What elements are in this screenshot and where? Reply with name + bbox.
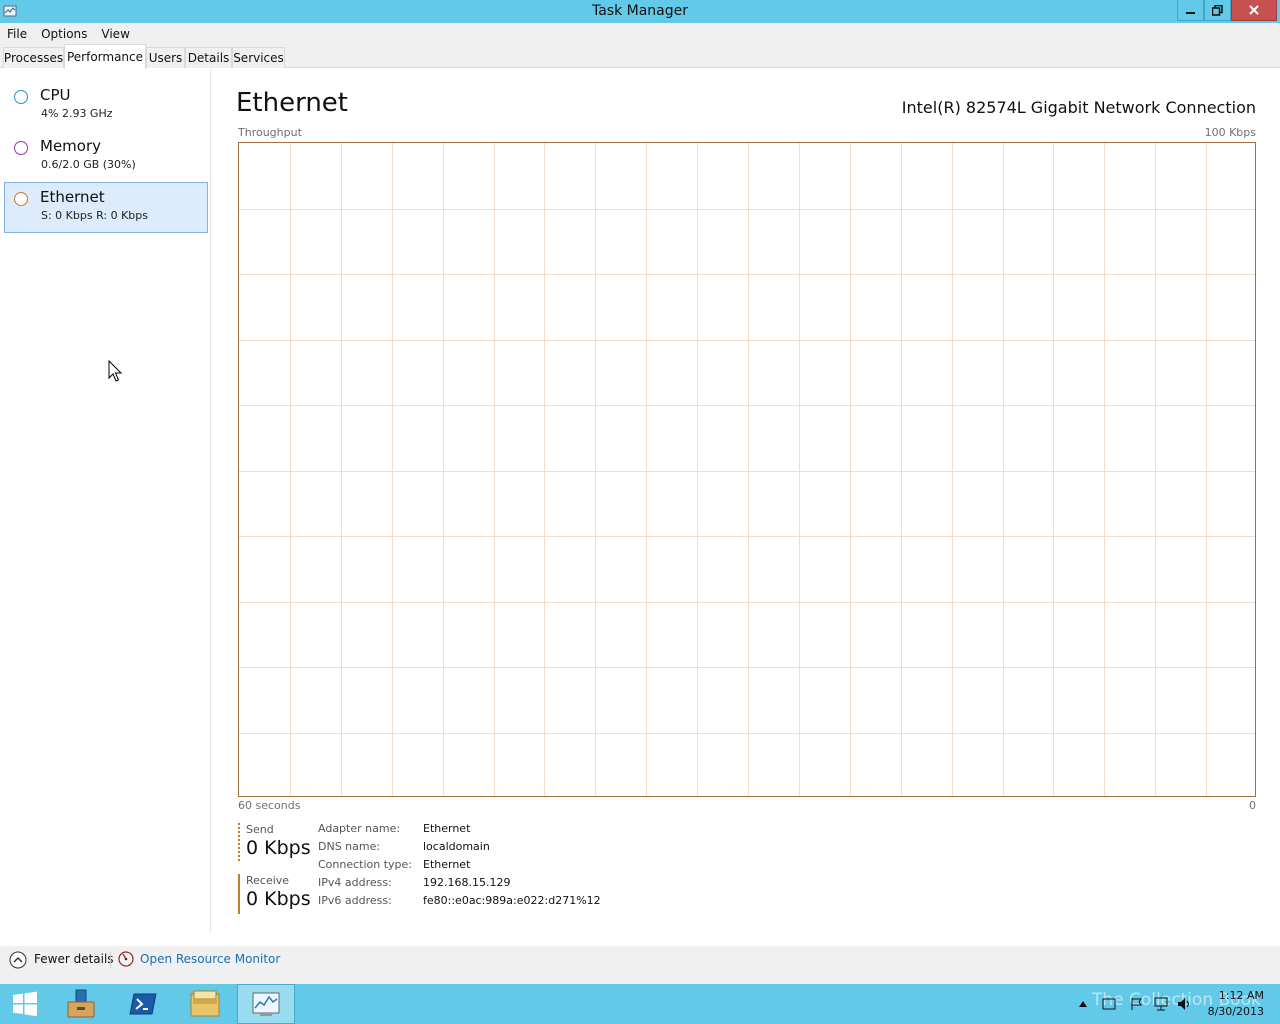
fewer-details-link[interactable]: Fewer details bbox=[34, 952, 114, 966]
window-title: Task Manager bbox=[591, 3, 689, 19]
footer-divider bbox=[110, 952, 111, 968]
tab-users[interactable]: Users bbox=[146, 47, 185, 68]
tray-action-center[interactable] bbox=[1128, 984, 1146, 1024]
restore-button[interactable] bbox=[1204, 0, 1231, 21]
send-label: Send bbox=[246, 823, 274, 836]
taskbar-task-manager[interactable] bbox=[237, 984, 295, 1024]
cpu-indicator-icon bbox=[14, 90, 28, 104]
clock-date: 8/30/2013 bbox=[1207, 1005, 1264, 1018]
file-explorer-icon bbox=[190, 990, 220, 1017]
sidebar-item-subtext: 0.6/2.0 GB (30%) bbox=[41, 158, 136, 171]
sidebar-item-ethernet[interactable]: Ethernet S: 0 Kbps R: 0 Kbps bbox=[4, 182, 208, 233]
taskbar-file-explorer[interactable] bbox=[176, 984, 234, 1024]
mouse-pointer-icon bbox=[108, 360, 123, 382]
memory-indicator-icon bbox=[14, 141, 28, 155]
throughput-graph bbox=[238, 142, 1256, 797]
menu-file[interactable]: File bbox=[0, 27, 34, 41]
property-key: DNS name: bbox=[318, 840, 381, 853]
tab-services[interactable]: Services bbox=[232, 47, 285, 68]
start-icon bbox=[13, 991, 37, 1017]
restore-icon bbox=[1212, 4, 1223, 16]
property-key: IPv4 address: bbox=[318, 876, 392, 889]
sidebar-item-subtext: S: 0 Kbps R: 0 Kbps bbox=[41, 209, 148, 222]
property-value: 192.168.15.129 bbox=[423, 876, 511, 889]
start-button[interactable] bbox=[0, 984, 50, 1024]
caret-up-icon bbox=[1079, 1001, 1087, 1007]
property-value: Ethernet bbox=[423, 822, 471, 835]
sidebar-item-label: Ethernet bbox=[40, 188, 105, 206]
sidebar-item-subtext: 4% 2.93 GHz bbox=[41, 107, 113, 120]
performance-sidebar: CPU 4% 2.93 GHz Memory 0.6/2.0 GB (30%) … bbox=[0, 69, 211, 933]
property-key: Connection type: bbox=[318, 858, 413, 871]
sidebar-item-memory[interactable]: Memory 0.6/2.0 GB (30%) bbox=[4, 133, 208, 184]
ethernet-indicator-icon bbox=[14, 192, 28, 206]
adapter-description: Intel(R) 82574L Gigabit Network Connecti… bbox=[901, 98, 1256, 117]
sidebar-item-cpu[interactable]: CPU 4% 2.93 GHz bbox=[4, 82, 208, 133]
menu-options[interactable]: Options bbox=[34, 27, 94, 41]
send-stat: Send 0 Kbps bbox=[238, 823, 318, 867]
resource-monitor-icon[interactable] bbox=[118, 951, 134, 967]
keyboard-icon bbox=[1102, 998, 1116, 1010]
taskbar-server-manager[interactable] bbox=[52, 984, 110, 1024]
property-value: fe80::e0ac:989a:e022:d271%12 bbox=[423, 894, 601, 907]
taskbar: The Collection Book 1:12 AM 8/30/2013 bbox=[0, 984, 1280, 1024]
property-key: IPv6 address: bbox=[318, 894, 392, 907]
graph-grid bbox=[239, 143, 1255, 796]
receive-value: 0 Kbps bbox=[246, 888, 311, 910]
graph-max-label: 100 Kbps bbox=[1204, 126, 1256, 139]
sidebar-item-label: CPU bbox=[40, 86, 71, 104]
graph-time-span-label: 60 seconds bbox=[238, 799, 301, 812]
tab-processes[interactable]: Processes bbox=[3, 47, 64, 68]
network-icon bbox=[1154, 997, 1168, 1011]
task-manager-icon bbox=[252, 992, 280, 1016]
title-bar: Task Manager bbox=[0, 0, 1280, 23]
tab-details[interactable]: Details bbox=[185, 47, 232, 68]
tray-network[interactable] bbox=[1152, 984, 1170, 1024]
footer-bar: Fewer details Open Resource Monitor bbox=[0, 946, 1280, 984]
server-manager-icon bbox=[67, 989, 95, 1018]
receive-line-indicator bbox=[238, 874, 240, 914]
property-value: localdomain bbox=[423, 840, 490, 853]
flag-icon bbox=[1131, 998, 1142, 1010]
open-resource-monitor-link[interactable]: Open Resource Monitor bbox=[140, 952, 280, 966]
minimize-button[interactable] bbox=[1177, 0, 1204, 21]
tray-volume[interactable] bbox=[1176, 984, 1194, 1024]
menu-view[interactable]: View bbox=[94, 27, 136, 41]
property-key: Adapter name: bbox=[318, 822, 401, 835]
tray-overflow-button[interactable] bbox=[1076, 984, 1090, 1024]
clock-time: 1:12 AM bbox=[1218, 989, 1264, 1002]
receive-stat: Receive 0 Kbps bbox=[238, 874, 318, 918]
tab-strip: Processes Performance Users Details Serv… bbox=[0, 44, 1280, 69]
property-value: Ethernet bbox=[423, 858, 471, 871]
send-line-indicator bbox=[238, 823, 240, 863]
page-title: Ethernet bbox=[236, 88, 348, 118]
close-icon bbox=[1249, 5, 1259, 15]
powershell-icon bbox=[129, 993, 157, 1015]
system-clock[interactable]: 1:12 AM 8/30/2013 bbox=[1208, 988, 1264, 1020]
tray-keyboard[interactable] bbox=[1100, 984, 1118, 1024]
close-button[interactable] bbox=[1231, 0, 1277, 21]
sidebar-item-label: Memory bbox=[40, 137, 102, 155]
receive-label: Receive bbox=[246, 874, 290, 887]
chevron-up-circle-icon[interactable] bbox=[9, 951, 27, 969]
tab-performance[interactable]: Performance bbox=[64, 44, 146, 69]
send-value: 0 Kbps bbox=[246, 837, 311, 859]
graph-title-label: Throughput bbox=[238, 126, 302, 139]
graph-min-label: 0 bbox=[1249, 799, 1256, 812]
taskbar-powershell[interactable] bbox=[114, 984, 172, 1024]
speaker-icon bbox=[1178, 998, 1189, 1010]
minimize-icon bbox=[1185, 12, 1195, 14]
menu-bar: File Options View bbox=[0, 23, 1280, 44]
